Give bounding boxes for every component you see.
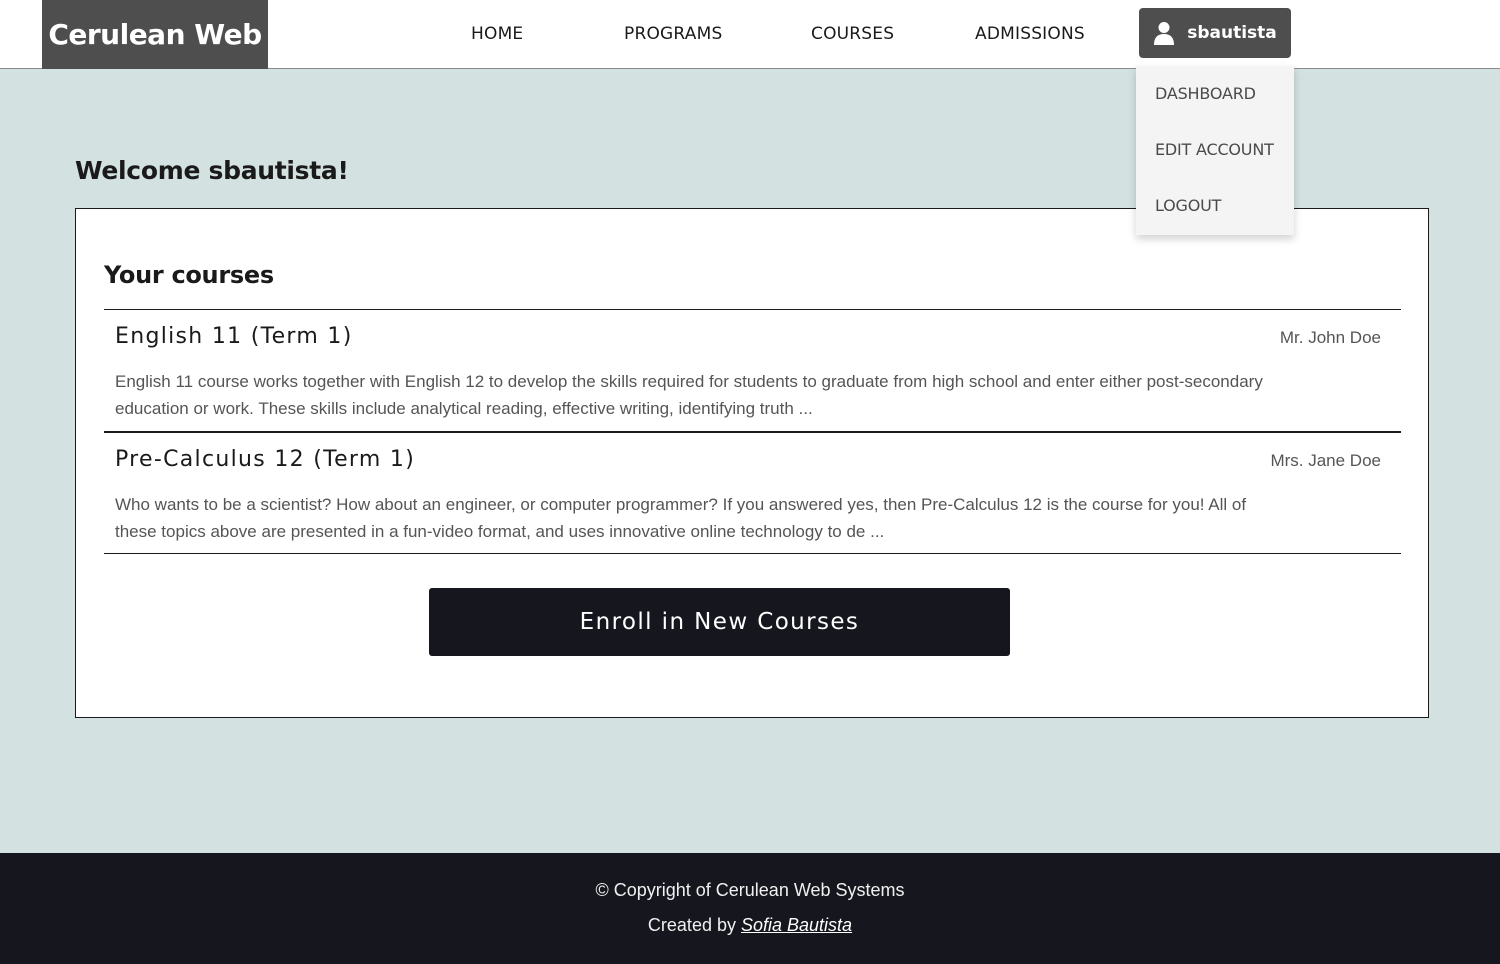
nav-home[interactable]: HOME <box>471 24 523 44</box>
user-menu-button[interactable]: sbautista <box>1139 8 1291 58</box>
welcome-heading: Welcome sbautista! <box>75 156 349 185</box>
course-teacher: Mrs. Jane Doe <box>1270 451 1381 470</box>
username-label: sbautista <box>1187 23 1277 43</box>
course-item[interactable]: English 11 (Term 1) Mr. John Doe English… <box>104 324 1401 429</box>
site-header: Cerulean Web HOME PROGRAMS COURSES ADMIS… <box>0 0 1500 69</box>
divider <box>104 431 1401 433</box>
section-title: Your courses <box>104 261 274 289</box>
enroll-new-courses-button[interactable]: Enroll in New Courses <box>429 588 1010 656</box>
site-footer: © Copyright of Cerulean Web Systems Crea… <box>0 853 1500 964</box>
course-description: Who wants to be a scientist? How about a… <box>115 495 1247 541</box>
menu-item-logout[interactable]: LOGOUT <box>1155 196 1221 215</box>
brand-logo[interactable]: Cerulean Web <box>42 0 268 69</box>
course-item[interactable]: Pre-Calculus 12 (Term 1) Mrs. Jane Doe W… <box>104 447 1401 552</box>
divider <box>104 553 1401 554</box>
courses-card: Your courses English 11 (Term 1) Mr. Joh… <box>75 208 1429 718</box>
user-dropdown-menu: DASHBOARD EDIT ACCOUNT LOGOUT <box>1136 66 1294 235</box>
copyright-text: © Copyright of Cerulean Web Systems <box>595 880 905 900</box>
nav-courses[interactable]: COURSES <box>811 24 894 44</box>
course-name: English 11 (Term 1) <box>115 324 353 349</box>
nav-admissions[interactable]: ADMISSIONS <box>975 24 1085 44</box>
user-icon <box>1153 21 1175 45</box>
course-name: Pre-Calculus 12 (Term 1) <box>115 447 416 472</box>
nav-programs[interactable]: PROGRAMS <box>624 24 722 44</box>
author-link[interactable]: Sofia Bautista <box>741 915 852 935</box>
menu-item-dashboard[interactable]: DASHBOARD <box>1155 84 1256 103</box>
created-by-label: Created by <box>647 915 741 935</box>
course-description: English 11 course works together with En… <box>115 372 1263 418</box>
divider <box>104 309 1401 310</box>
created-by-line: Created by Sofia Bautista <box>0 915 1500 936</box>
course-teacher: Mr. John Doe <box>1279 328 1381 347</box>
menu-item-edit-account[interactable]: EDIT ACCOUNT <box>1155 140 1274 159</box>
